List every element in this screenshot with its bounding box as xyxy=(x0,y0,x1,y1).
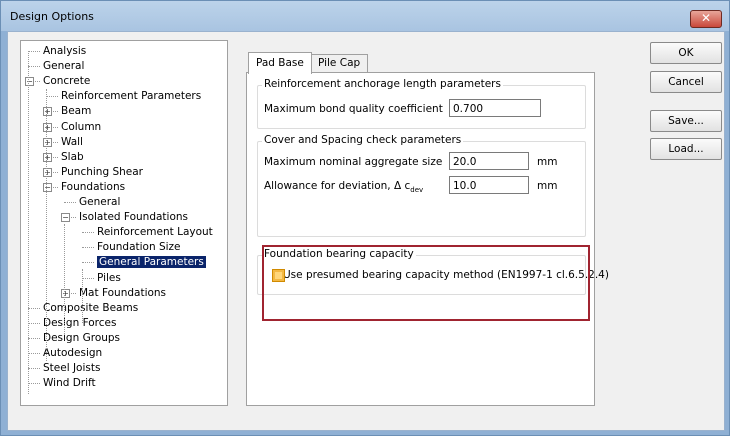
tree-item[interactable]: Analysis xyxy=(43,44,86,58)
aggregate-size-input[interactable]: 20.0 xyxy=(449,152,529,170)
tree-connector xyxy=(82,232,94,234)
tab-pad-base[interactable]: Pad Base xyxy=(248,52,312,74)
tree-item[interactable]: Beam xyxy=(61,104,91,118)
tree-item-label: Reinforcement Layout xyxy=(97,226,213,239)
expand-icon[interactable]: + xyxy=(43,167,52,177)
tree-connector xyxy=(46,96,58,98)
tree-item-label: Concrete xyxy=(43,75,91,88)
save-button[interactable]: Save... xyxy=(650,110,722,132)
cancel-button[interactable]: Cancel xyxy=(650,71,722,93)
tree-item[interactable]: General xyxy=(79,195,120,209)
tree-item-label: Autodesign xyxy=(43,347,103,359)
aggregate-size-unit: mm xyxy=(537,156,558,168)
title-bar: Design Options ✕ xyxy=(1,1,729,31)
tree-item-label: Piles xyxy=(97,271,121,284)
tree-item[interactable]: Foundation Size xyxy=(97,240,181,254)
options-tree[interactable]: Analysis General − Concrete Reinforcement Pa… xyxy=(20,40,228,406)
tree-item-label: Column xyxy=(61,120,102,133)
tree-item[interactable]: Steel Joists xyxy=(43,361,100,375)
tree-item-label: Reinforcement Parameters xyxy=(61,90,202,103)
tree-item[interactable]: Piles xyxy=(97,271,121,285)
tree-item-label: Mat Foundations xyxy=(79,286,167,299)
cover-group-title: Cover and Spacing check parameters xyxy=(262,134,464,146)
tree-item-label: Slab xyxy=(61,150,84,163)
tree-connector xyxy=(82,277,94,279)
tree-connector xyxy=(28,337,40,339)
aggregate-size-label: Maximum nominal aggregate size xyxy=(264,156,443,168)
tree-item[interactable]: Mat Foundations xyxy=(79,286,166,300)
tree-item-label: Steel Joists xyxy=(43,362,101,375)
tree-connector xyxy=(28,51,40,52)
tree-item[interactable]: Wall xyxy=(61,135,83,149)
tree-item[interactable]: Composite Beams xyxy=(43,301,138,315)
tree-connector xyxy=(28,368,40,370)
tree-item-label: Foundation Size xyxy=(97,241,181,254)
expand-icon[interactable]: + xyxy=(43,152,52,162)
tree-item-label: Beam xyxy=(61,105,92,118)
tab-pile-cap[interactable]: Pile Cap xyxy=(310,54,369,72)
tree-connector xyxy=(28,66,40,68)
load-button[interactable]: Load... xyxy=(650,138,722,160)
tree-connector xyxy=(82,269,83,323)
tree-item[interactable]: Column xyxy=(61,120,101,134)
tree-item[interactable]: Isolated Foundations xyxy=(79,210,188,224)
tree-item-label: General Parameters xyxy=(97,256,206,269)
deviation-unit: mm xyxy=(537,180,558,192)
tree-item[interactable]: Wind Drift xyxy=(43,376,96,390)
tree-item-label: Foundations xyxy=(61,180,126,193)
bond-quality-label: Maximum bond quality coefficient xyxy=(264,103,443,115)
expand-icon[interactable]: + xyxy=(61,288,70,298)
expand-icon[interactable]: + xyxy=(43,122,52,132)
tree-connector xyxy=(64,202,76,203)
deviation-subscript: dev xyxy=(410,186,424,195)
tree-item[interactable]: Design Groups xyxy=(43,331,120,345)
ok-button[interactable]: OK xyxy=(650,42,722,64)
tree-item-label: Analysis xyxy=(43,45,87,57)
tree-item-label: Design Forces xyxy=(43,316,117,329)
tree-connector xyxy=(28,383,40,385)
tree-connector xyxy=(28,307,40,309)
deviation-input[interactable]: 10.0 xyxy=(449,176,529,194)
bond-quality-input[interactable]: 0.700 xyxy=(449,99,541,117)
tree-item-label: Punching Shear xyxy=(61,165,143,178)
deviation-label: Allowance for deviation, Δ cdev xyxy=(264,180,424,195)
tree-connector xyxy=(82,247,94,249)
tree-item-label: Design Groups xyxy=(43,331,121,344)
tree-item[interactable]: General xyxy=(43,59,84,73)
tree-connector xyxy=(64,224,65,334)
tree-item[interactable]: Reinforcement Parameters xyxy=(61,89,201,103)
anchorage-group-title: Reinforcement anchorage length parameter… xyxy=(262,78,503,90)
pad-base-panel: Reinforcement anchorage length parameter… xyxy=(246,72,609,406)
tree-item[interactable]: Reinforcement Layout xyxy=(97,225,213,239)
collapse-icon[interactable]: − xyxy=(43,182,52,192)
tree-item-label: Isolated Foundations xyxy=(79,211,189,224)
tree-connector xyxy=(28,353,40,354)
design-options-window: Design Options ✕ Analysis General − Concret… xyxy=(0,0,730,436)
expand-icon[interactable]: + xyxy=(43,137,52,147)
presumed-bearing-checkbox[interactable] xyxy=(272,269,285,282)
tree-item[interactable]: Punching Shear xyxy=(61,165,143,179)
tree-item[interactable]: Autodesign xyxy=(43,346,102,360)
tree-connector xyxy=(28,322,40,324)
tree-item-label: General xyxy=(43,60,85,73)
tree-connector xyxy=(82,262,94,264)
collapse-icon[interactable]: − xyxy=(61,213,70,223)
tree-item[interactable]: Concrete xyxy=(43,74,90,88)
tree-item[interactable]: Slab xyxy=(61,150,84,164)
tree-connector xyxy=(46,89,47,361)
highlight-box xyxy=(262,245,590,321)
tree-item-label: General xyxy=(79,196,121,208)
window-title: Design Options xyxy=(10,10,94,23)
tree-item-label: Wind Drift xyxy=(43,377,96,390)
tree-item-label: Composite Beams xyxy=(43,301,139,314)
dialog-client-area: Analysis General − Concrete Reinforcement Pa… xyxy=(7,31,725,431)
tree-item[interactable]: Foundations xyxy=(61,180,125,194)
tree-item[interactable]: General Parameters xyxy=(97,255,206,269)
tree-connector xyxy=(28,51,29,394)
tree-item-label: Wall xyxy=(61,135,83,148)
tree-item[interactable]: Design Forces xyxy=(43,316,116,330)
close-icon[interactable]: ✕ xyxy=(690,10,722,28)
collapse-icon[interactable]: − xyxy=(25,77,34,87)
expand-icon[interactable]: + xyxy=(43,107,52,117)
